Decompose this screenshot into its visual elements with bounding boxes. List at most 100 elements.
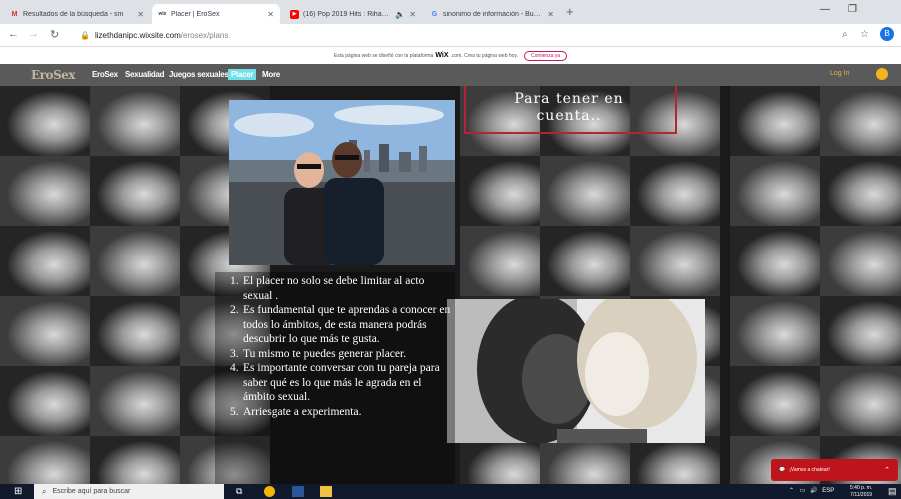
bookmark-star-icon[interactable]: ☆ — [860, 29, 869, 40]
background-tile — [820, 226, 901, 296]
background-tile — [0, 366, 90, 436]
restore-icon[interactable]: ❐ — [848, 4, 857, 15]
taskbar-search-input[interactable]: ⌕ Escribe aquí para buscar — [34, 484, 224, 499]
background-tile — [730, 156, 820, 226]
system-tray: ⌃ ▭ 🔊 ESP — [789, 487, 834, 494]
background-tile — [90, 366, 180, 436]
background-tile — [0, 156, 90, 226]
youtube-icon: ▶ — [290, 9, 299, 19]
tab-title: (16) Pop 2019 Hits : Rihanna — [303, 10, 393, 18]
background-tile — [730, 226, 820, 296]
background-tile — [630, 156, 720, 226]
chevron-up-icon: ⌃ — [884, 467, 890, 474]
note-title: Para tener en cuenta.. — [514, 91, 624, 124]
wix-start-button[interactable]: Comienza ya — [523, 50, 568, 61]
tab-google-search[interactable]: G sinonimo de información - Buscar ✕ — [424, 4, 560, 24]
taskbar: ⊞ ⌕ Escribe aquí para buscar ⧉ ⌃ ▭ 🔊 ESP… — [0, 484, 901, 499]
tab-title: Placer | EroSex — [171, 10, 220, 18]
word-icon[interactable] — [292, 486, 304, 497]
background-tile — [460, 226, 550, 296]
tab-youtube[interactable]: ▶ (16) Pop 2019 Hits : Rihanna 🔈 ✕ — [284, 4, 422, 24]
menu-item-placer[interactable]: Placer — [228, 69, 257, 80]
back-arrow-icon[interactable]: ← — [8, 28, 19, 40]
windows-start-icon[interactable]: ⊞ — [14, 486, 22, 497]
reload-icon[interactable]: ↻ — [50, 28, 59, 41]
network-icon[interactable]: ▭ — [800, 488, 806, 494]
list-item: 4. Es importante conversar con tu pareja … — [230, 362, 440, 403]
file-explorer-icon[interactable] — [320, 486, 332, 497]
chat-label: ¡Vamos a chatear! — [789, 467, 830, 473]
new-tab-button[interactable]: + — [566, 4, 574, 19]
tab-placer-erosex[interactable]: wix Placer | EroSex ✕ — [152, 4, 280, 24]
wix-ad-banner: Esta página web se diseñó con la platafo… — [0, 47, 901, 65]
background-tile — [820, 366, 901, 436]
background-tile — [0, 86, 90, 156]
forward-arrow-icon[interactable]: → — [28, 28, 39, 40]
notification-icon[interactable]: ▤ — [888, 486, 897, 497]
profile-avatar[interactable]: B — [880, 27, 894, 41]
language-indicator[interactable]: ESP — [822, 488, 834, 494]
background-tile — [540, 226, 630, 296]
audio-icon[interactable]: 🔈 — [395, 10, 405, 19]
background-tile — [90, 436, 180, 484]
wix-banner-text-after: .com. Crea tu página web hoy. — [450, 52, 518, 59]
wix-icon: wix — [158, 10, 167, 17]
page-content: Para tener en cuenta.. 1. El placer no so… — [0, 86, 901, 484]
background-tile — [820, 156, 901, 226]
background-tile — [630, 226, 720, 296]
menu-item-sexualidad[interactable]: Sexualidad — [125, 70, 165, 79]
tab-title: sinonimo de información - Buscar — [443, 10, 544, 18]
wix-brand: WiX — [435, 52, 449, 59]
background-tile — [540, 436, 630, 484]
user-icon[interactable] — [876, 68, 888, 80]
background-tile — [90, 156, 180, 226]
url-path: /erosex/plans — [180, 30, 229, 40]
menu-item-more[interactable]: More — [262, 70, 280, 79]
background-tile — [820, 296, 901, 366]
minimize-icon[interactable]: — — [820, 4, 830, 15]
menu-item-juegos-sexuales[interactable]: Juegos sexuales — [169, 70, 229, 79]
time: 5:40 p. m. — [850, 485, 873, 491]
chat-button[interactable]: 💬 ¡Vamos a chatear! ⌃ — [771, 459, 898, 481]
clock[interactable]: 5:40 p. m. 7/11/2019 — [850, 485, 872, 499]
close-icon[interactable]: ✕ — [543, 10, 554, 19]
background-tile — [460, 156, 550, 226]
login-link[interactable]: Log In — [830, 70, 849, 77]
background-tile — [90, 226, 180, 296]
background-tile — [630, 436, 720, 484]
tab-search-results[interactable]: M Resultados de la búsqueda - sm ✕ — [4, 4, 150, 24]
list-item: 2. Es fundamental que te aprendas a conoc… — [230, 304, 451, 345]
list-item: 1. El placer no solo se debe limitar al a… — [230, 275, 425, 302]
women-photo-art — [447, 299, 705, 443]
search-icon[interactable]: ⌕ — [842, 29, 848, 40]
couple-photo-art — [229, 100, 455, 265]
tips-list: 1. El placer no solo se debe limitar al a… — [230, 274, 455, 419]
browser-toolbar: ← → ↻ 🔒 lizethdanipc.wixsite.com/erosex/… — [0, 24, 901, 47]
close-icon[interactable]: ✕ — [133, 10, 144, 19]
browser-tab-strip: M Resultados de la búsqueda - sm ✕ wix P… — [0, 0, 901, 24]
wix-banner-text: Esta página web se diseñó con la platafo… — [333, 52, 434, 59]
chrome-icon[interactable] — [264, 486, 275, 497]
gmail-icon: M — [11, 10, 18, 18]
close-icon[interactable]: ✕ — [405, 10, 416, 19]
url-domain: lizethdanipc.wixsite.com — [94, 30, 181, 40]
google-icon: G — [431, 10, 438, 18]
chevron-up-icon[interactable]: ⌃ — [789, 488, 794, 494]
lock-icon: 🔒 — [80, 30, 90, 40]
volume-icon[interactable]: 🔊 — [810, 488, 817, 494]
background-tile — [90, 296, 180, 366]
background-tile — [730, 366, 820, 436]
women-photo — [447, 299, 705, 443]
background-tile — [820, 86, 901, 156]
search-icon: ⌕ — [42, 486, 47, 496]
task-view-icon[interactable]: ⧉ — [236, 486, 248, 497]
site-logo[interactable]: EroSex — [31, 68, 75, 82]
address-bar[interactable]: 🔒 lizethdanipc.wixsite.com/erosex/plans — [80, 27, 840, 43]
list-item: 5. Arriesgate a experimenta. — [230, 405, 362, 418]
menu-item-erosex[interactable]: EroSex — [92, 70, 118, 79]
date: 7/11/2019 — [850, 492, 873, 498]
background-tile — [540, 156, 630, 226]
couple-photo — [229, 100, 455, 265]
chat-icon: 💬 — [779, 467, 786, 473]
close-icon[interactable]: ✕ — [263, 10, 274, 19]
